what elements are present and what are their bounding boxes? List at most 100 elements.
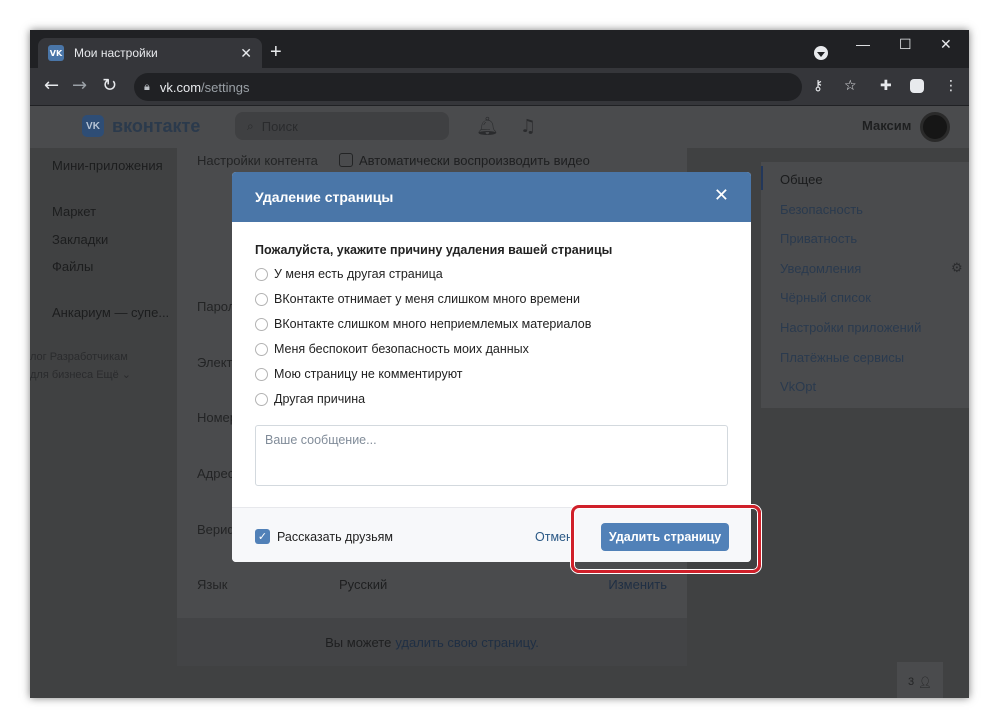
delete-page-note: Вы можете удалить свою страницу. bbox=[177, 618, 687, 666]
search-placeholder: Поиск bbox=[261, 118, 298, 134]
reason-radio-other-page[interactable]: У меня есть другая страница bbox=[255, 267, 443, 281]
dialog-title: Удаление страницы bbox=[255, 189, 394, 205]
reason-label: У меня есть другая страница bbox=[274, 267, 443, 281]
sidebar-item-market[interactable]: Маркет bbox=[52, 204, 96, 219]
checkmark-icon[interactable]: ✓ bbox=[255, 529, 270, 544]
menu-item-privacy[interactable]: Приватность bbox=[780, 231, 857, 246]
autoplay-checkbox[interactable]: Автоматически воспроизводить видео bbox=[339, 153, 590, 168]
change-language-link[interactable]: Изменить bbox=[608, 577, 667, 592]
autoplay-label: Автоматически воспроизводить видео bbox=[359, 153, 590, 168]
delete-page-link[interactable]: удалить свою страницу. bbox=[395, 635, 539, 650]
reason-radio-no-comments[interactable]: Мою страницу не комментируют bbox=[255, 367, 463, 381]
new-tab-icon[interactable]: + bbox=[270, 42, 282, 62]
settings-row-password: Парол bbox=[197, 299, 236, 314]
share-label: Рассказать друзьям bbox=[277, 529, 394, 544]
footer-links-row1[interactable]: лог Разработчикам bbox=[30, 351, 128, 363]
reason-label: ВКонтакте отнимает у меня слишком много … bbox=[274, 292, 580, 306]
menu-item-general[interactable]: Общее bbox=[780, 172, 823, 187]
gear-icon[interactable]: ⚙ bbox=[951, 261, 963, 276]
radio-icon[interactable] bbox=[255, 267, 268, 281]
delete-page-dialog: Удаление страницы ✕ Пожалуйста, укажите … bbox=[232, 172, 751, 562]
dialog-header: Удаление страницы bbox=[232, 172, 751, 222]
delete-note-text: Вы можете bbox=[325, 634, 392, 650]
user-name[interactable]: Максим bbox=[862, 118, 911, 133]
tab-close-icon[interactable]: ✕ bbox=[240, 46, 252, 60]
star-icon[interactable]: ☆ bbox=[844, 78, 857, 94]
reason-radio-time[interactable]: ВКонтакте отнимает у меня слишком много … bbox=[255, 292, 580, 306]
vk-search-input[interactable]: ⌕ Поиск bbox=[235, 112, 449, 140]
music-icon[interactable]: ♫ bbox=[520, 116, 536, 137]
search-icon: ⌕ bbox=[247, 118, 254, 133]
reason-radio-other[interactable]: Другая причина bbox=[255, 392, 365, 406]
close-icon[interactable]: ✕ bbox=[714, 186, 729, 206]
content-settings-label: Настройки контента bbox=[197, 153, 318, 168]
user-icon: 👤︎ bbox=[918, 675, 933, 689]
settings-menu: Общее Безопасность Приватность Уведомлен… bbox=[761, 162, 969, 408]
lock-icon[interactable]: 🔒︎ bbox=[144, 80, 150, 94]
reason-label: Другая причина bbox=[274, 392, 366, 406]
online-friends-button[interactable]: 3 👤︎ bbox=[897, 662, 943, 698]
menu-item-security[interactable]: Безопасность bbox=[780, 202, 863, 217]
menu-item-app-settings[interactable]: Настройки приложений bbox=[780, 320, 921, 335]
reason-question: Пожалуйста, укажите причину удаления ваш… bbox=[255, 243, 613, 257]
key-icon[interactable]: ⚷ bbox=[813, 78, 823, 94]
settings-row-phone: Номер bbox=[197, 410, 238, 425]
radio-icon[interactable] bbox=[255, 342, 268, 356]
window-close-icon[interactable]: ✕ bbox=[940, 36, 952, 53]
reason-radio-content[interactable]: ВКонтакте слишком много неприемлемых мат… bbox=[255, 317, 591, 331]
minimize-icon[interactable]: — bbox=[856, 36, 870, 52]
url-host: vk.com bbox=[159, 79, 202, 95]
sidebar-item-bookmarks[interactable]: Закладки bbox=[52, 232, 108, 247]
sidebar-item-files[interactable]: Файлы bbox=[52, 259, 93, 274]
reason-radio-security[interactable]: Меня беспокоит безопасность моих данных bbox=[255, 342, 529, 356]
active-indicator bbox=[761, 166, 763, 190]
bell-icon[interactable]: 🔔︎ bbox=[476, 116, 499, 137]
settings-row-address: Адрес bbox=[197, 466, 235, 481]
reason-label: Мою страницу не комментируют bbox=[274, 367, 463, 381]
menu-icon[interactable]: ⋮ bbox=[944, 78, 958, 94]
share-with-friends-checkbox[interactable]: ✓ Рассказать друзьям bbox=[255, 529, 393, 544]
checkbox-icon bbox=[339, 153, 353, 167]
radio-icon[interactable] bbox=[255, 367, 268, 381]
footer-links-row2[interactable]: для бизнеса Ещё ⌄ bbox=[30, 368, 131, 381]
vk-logo-icon: VK bbox=[82, 115, 104, 137]
url-text: vk.com/settings bbox=[160, 80, 250, 95]
message-placeholder: Ваше сообщение... bbox=[265, 433, 377, 447]
menu-item-blacklist[interactable]: Чёрный список bbox=[780, 290, 871, 305]
menu-item-notifications[interactable]: Уведомления bbox=[780, 261, 861, 276]
vk-header: VK вконтакте ⌕ Поиск 🔔︎ ♫ Максим bbox=[30, 106, 969, 148]
language-value: Русский bbox=[339, 577, 388, 592]
extension-badge-icon[interactable] bbox=[910, 79, 924, 93]
avatar[interactable] bbox=[920, 112, 950, 142]
extensions-icon[interactable]: ✚ bbox=[880, 78, 892, 94]
vk-logo[interactable]: VK вконтакте bbox=[82, 115, 200, 137]
back-icon[interactable]: ← bbox=[44, 76, 59, 96]
radio-icon[interactable] bbox=[255, 317, 268, 331]
menu-item-payments[interactable]: Платёжные сервисы bbox=[780, 350, 904, 365]
tab-search-icon[interactable] bbox=[814, 46, 828, 60]
vk-favicon-icon: VK bbox=[48, 45, 64, 61]
sidebar-item-ankarium[interactable]: Анкариум — супе... bbox=[52, 305, 169, 320]
tab-title: Мои настройки bbox=[74, 46, 158, 60]
online-count: 3 bbox=[907, 676, 915, 688]
browser-toolbar: ← → ↻ 🔒︎ vk.com/settings ⚷ ☆ ✚ ⋮ bbox=[30, 68, 969, 106]
browser-window: VK Мои настройки ✕ + — ☐ ✕ ← → ↻ 🔒︎ vk.c… bbox=[30, 30, 969, 698]
browser-tab[interactable]: VK Мои настройки ✕ bbox=[38, 38, 262, 68]
forward-icon[interactable]: → bbox=[72, 76, 87, 96]
language-label: Язык bbox=[197, 577, 228, 592]
vk-logo-text: вконтакте bbox=[112, 115, 201, 136]
sidebar-item-mini-apps[interactable]: Мини-приложения bbox=[52, 158, 163, 173]
message-textarea[interactable]: Ваше сообщение... bbox=[255, 425, 728, 486]
tab-strip: VK Мои настройки ✕ + — ☐ ✕ bbox=[30, 30, 969, 68]
button-highlight-frame bbox=[571, 505, 761, 573]
menu-item-vkopt[interactable]: VkOpt bbox=[780, 379, 816, 394]
maximize-icon[interactable]: ☐ bbox=[899, 36, 912, 53]
radio-icon[interactable] bbox=[255, 292, 268, 306]
radio-icon[interactable] bbox=[255, 392, 268, 406]
address-bar[interactable]: 🔒︎ vk.com/settings bbox=[134, 73, 802, 101]
url-path: /settings bbox=[201, 79, 250, 95]
cancel-button[interactable]: Отмена bbox=[535, 530, 571, 544]
reload-icon[interactable]: ↻ bbox=[102, 76, 117, 96]
reason-label: Меня беспокоит безопасность моих данных bbox=[274, 342, 529, 356]
reason-label: ВКонтакте слишком много неприемлемых мат… bbox=[274, 317, 592, 331]
